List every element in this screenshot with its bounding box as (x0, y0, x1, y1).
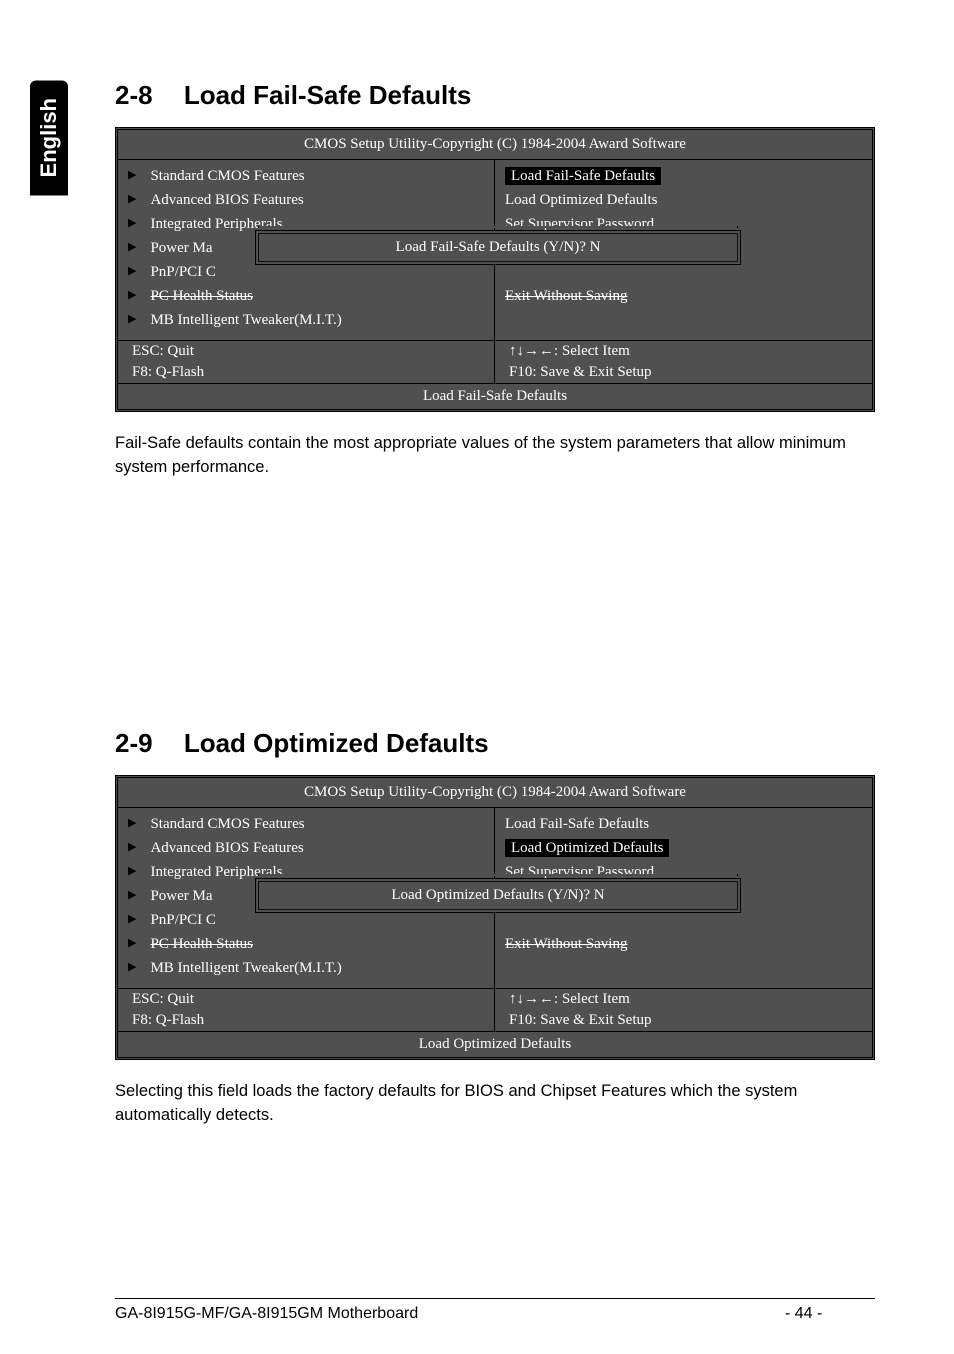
section-1-body: Fail-Safe defaults contain the most appr… (115, 432, 875, 480)
triangle-icon: ▶ (128, 815, 136, 833)
footer-model: GA-8I915G-MF/GA-8I915GM Motherboard (115, 1305, 785, 1323)
nav-f10: F10: Save & Exit Setup (495, 362, 872, 383)
nav-f10: F10: Save & Exit Setup (495, 1010, 872, 1031)
bios-screen-1: CMOS Setup Utility-Copyright (C) 1984-20… (115, 127, 875, 412)
nav-select: ↑↓→←: Select Item (495, 989, 872, 1010)
triangle-icon: ▶ (128, 215, 136, 233)
triangle-icon: ▶ (128, 863, 136, 881)
menu-item[interactable]: ▶Advanced BIOS Features (128, 188, 484, 212)
menu-item[interactable]: ▶PC Health Status (128, 284, 484, 308)
menu-item[interactable]: ▶PnP/PCI C (128, 260, 484, 284)
bios-nav-row-2: F8: Q-Flash F10: Save & Exit Setup (118, 1010, 872, 1031)
section-1-number: 2-8 (115, 80, 153, 110)
menu-item[interactable]: Exit Without Saving (505, 284, 862, 308)
nav-f8: F8: Q-Flash (118, 362, 495, 383)
menu-item[interactable]: ▶PC Health Status (128, 932, 484, 956)
section-2-title: Load Optimized Defaults (184, 728, 489, 758)
nav-select: ↑↓→←: Select Item (495, 341, 872, 362)
menu-item[interactable]: ▶Standard CMOS Features (128, 812, 484, 836)
nav-esc: ESC: Quit (118, 341, 495, 362)
bios-2-footer: Load Optimized Defaults (118, 1031, 872, 1057)
confirm-dialog[interactable]: Load Fail-Safe Defaults (Y/N)? N (258, 233, 738, 262)
nav-esc: ESC: Quit (118, 989, 495, 1010)
language-tab: English (30, 80, 68, 195)
menu-item[interactable]: Load Fail-Safe Defaults (505, 812, 862, 836)
triangle-icon: ▶ (128, 839, 136, 857)
triangle-icon: ▶ (128, 191, 136, 209)
menu-item-highlighted[interactable]: Load Fail-Safe Defaults (505, 164, 862, 188)
page-footer: GA-8I915G-MF/GA-8I915GM Motherboard - 44… (115, 1298, 875, 1323)
triangle-icon: ▶ (128, 287, 136, 305)
triangle-icon: ▶ (128, 311, 136, 329)
menu-item-highlighted[interactable]: Load Optimized Defaults (505, 836, 862, 860)
triangle-icon: ▶ (128, 167, 136, 185)
triangle-icon: ▶ (128, 911, 136, 929)
bios-1-footer: Load Fail-Safe Defaults (118, 383, 872, 409)
page-content: 2-8 Load Fail-Safe Defaults CMOS Setup U… (115, 80, 875, 1323)
menu-item[interactable]: ▶PnP/PCI C (128, 908, 484, 932)
bios-2-title: CMOS Setup Utility-Copyright (C) 1984-20… (118, 778, 872, 807)
dialog-border (258, 226, 738, 228)
bios-nav-row-2: F8: Q-Flash F10: Save & Exit Setup (118, 362, 872, 383)
bios-1-title: CMOS Setup Utility-Copyright (C) 1984-20… (118, 130, 872, 159)
bios-nav-row-1: ESC: Quit ↑↓→←: Select Item (118, 340, 872, 362)
footer-page-number: - 44 - (785, 1305, 875, 1323)
menu-item[interactable] (505, 260, 862, 284)
menu-item[interactable]: Exit Without Saving (505, 932, 862, 956)
section-2-body: Selecting this field loads the factory d… (115, 1080, 875, 1128)
confirm-dialog[interactable]: Load Optimized Defaults (Y/N)? N (258, 881, 738, 910)
bios-nav-row-1: ESC: Quit ↑↓→←: Select Item (118, 988, 872, 1010)
nav-f8: F8: Q-Flash (118, 1010, 495, 1031)
menu-item[interactable] (505, 908, 862, 932)
section-1-heading: 2-8 Load Fail-Safe Defaults (115, 80, 875, 111)
menu-item[interactable]: Load Optimized Defaults (505, 188, 862, 212)
menu-item[interactable]: ▶MB Intelligent Tweaker(M.I.T.) (128, 956, 484, 980)
triangle-icon: ▶ (128, 935, 136, 953)
triangle-icon: ▶ (128, 887, 136, 905)
triangle-icon: ▶ (128, 959, 136, 977)
triangle-icon: ▶ (128, 263, 136, 281)
menu-item[interactable]: ▶Standard CMOS Features (128, 164, 484, 188)
dialog-border (258, 874, 738, 876)
section-2-number: 2-9 (115, 728, 153, 758)
bios-screen-2: CMOS Setup Utility-Copyright (C) 1984-20… (115, 775, 875, 1060)
menu-item[interactable]: ▶Advanced BIOS Features (128, 836, 484, 860)
menu-item[interactable]: ▶MB Intelligent Tweaker(M.I.T.) (128, 308, 484, 332)
section-1-title: Load Fail-Safe Defaults (184, 80, 472, 110)
section-2-heading: 2-9 Load Optimized Defaults (115, 728, 875, 759)
triangle-icon: ▶ (128, 239, 136, 257)
